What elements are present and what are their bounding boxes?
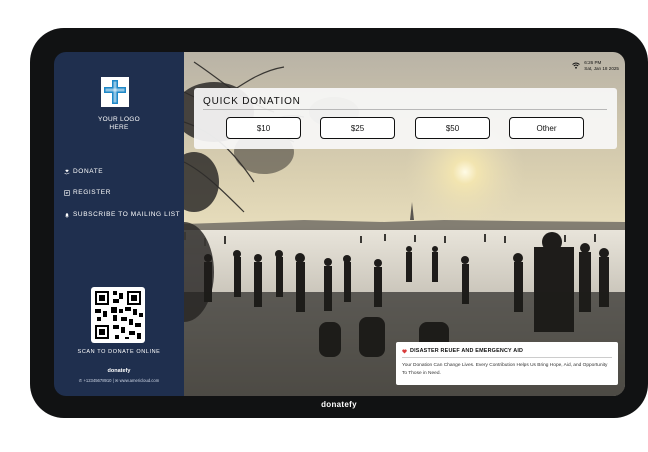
nav-donate-label: DONATE (73, 168, 104, 175)
nav-donate[interactable]: DONATE (64, 168, 103, 175)
kiosk-screen: 6:26 PM Sat, Jan 18 2025 QUICK DONATION … (54, 52, 625, 396)
quick-donation-panel: QUICK DONATION $10 $25 $50 Other (194, 88, 617, 149)
web-icon: ✉ (114, 378, 119, 383)
divider (203, 109, 607, 110)
wifi-icon (572, 62, 581, 69)
register-icon (64, 189, 70, 196)
campaign-text: Your Donation Can Change Lives. Every Co… (402, 363, 608, 376)
qr-code-icon (95, 291, 143, 339)
cross-logo-icon (104, 80, 126, 104)
nav-register[interactable]: REGISTER (64, 189, 111, 196)
logo (101, 77, 129, 107)
phone-icon: ✆ (78, 378, 83, 383)
divider (402, 357, 612, 358)
heart-icon (402, 349, 407, 353)
website: www.americloud.com (119, 378, 160, 383)
phone-number: +12345678910 (83, 378, 112, 383)
status-datetime: 6:26 PM Sat, Jan 18 2025 (584, 60, 619, 71)
sidebar: YOUR LOGO HERE DONATE REGISTER SUBSCRIBE… (54, 52, 184, 396)
amount-button-25[interactable]: $25 (320, 117, 395, 139)
amount-button-other[interactable]: Other (509, 117, 584, 139)
campaign-card[interactable]: DISASTER REUEF AND EMERGENCY AID Your Do… (396, 342, 618, 385)
status-date: Sat, Jan 18 2025 (584, 65, 619, 71)
nav-register-label: REGISTER (73, 189, 112, 196)
amount-button-50[interactable]: $50 (415, 117, 490, 139)
nav-subscribe[interactable]: SUBSCRIBE TO MAILING LIST (64, 211, 180, 218)
hand-heart-icon (64, 169, 70, 174)
status-bar: 6:26 PM Sat, Jan 18 2025 (572, 60, 619, 71)
nav-subscribe-label: SUBSCRIBE TO MAILING LIST (73, 211, 181, 218)
contact-info: ✆ +12345678910 | ✉ www.americloud.com (78, 378, 160, 383)
quick-donation-title: QUICK DONATION (203, 96, 301, 107)
amount-button-10[interactable]: $10 (226, 117, 301, 139)
scan-label: SCAN TO DONATE ONLINE (77, 349, 161, 355)
sidebar-brand: donatefy (107, 368, 131, 374)
bell-icon (65, 212, 69, 218)
logo-text: YOUR LOGO HERE (97, 116, 141, 131)
device-brand: donatefy (321, 400, 357, 409)
qr-code[interactable] (91, 287, 145, 343)
campaign-title: DISASTER REUEF AND EMERGENCY AID (410, 348, 524, 354)
